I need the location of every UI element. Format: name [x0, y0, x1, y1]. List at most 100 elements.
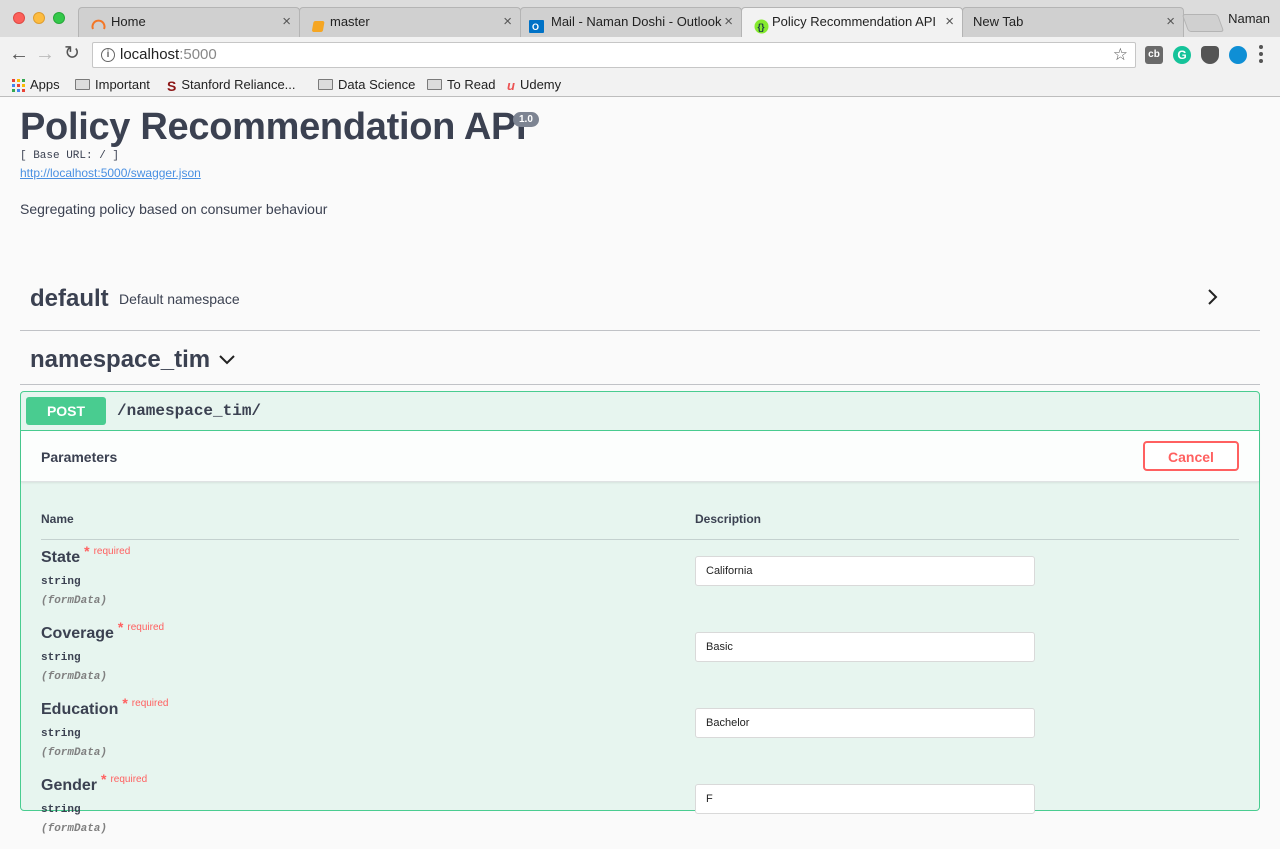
svg-text:{}: {} [758, 22, 766, 32]
home-favicon-icon [91, 16, 106, 31]
namespace-name: namespace_tim [30, 346, 211, 373]
close-icon[interactable]: × [282, 8, 291, 36]
forward-arrow-icon[interactable]: → [35, 44, 55, 64]
close-icon[interactable]: × [503, 8, 512, 36]
apps-grid-icon [12, 79, 25, 93]
tab-label: Mail - Naman Doshi - Outlook [551, 14, 722, 29]
version-badge: 1.0 [513, 112, 539, 127]
tab-home[interactable]: Home × [78, 7, 300, 37]
reload-icon[interactable]: ↻ [64, 44, 80, 64]
parameter-type: string [41, 728, 81, 740]
grammarly-extension-icon[interactable]: G [1173, 46, 1191, 64]
parameters-table-header: Name Description [41, 512, 1239, 540]
parameter-name: Coverage * required [41, 619, 165, 642]
parameter-type: string [41, 652, 81, 664]
cb-extension-icon[interactable]: cb [1145, 46, 1163, 64]
parameter-location: (formData) [41, 595, 108, 607]
bookmark-label: Apps [30, 77, 60, 92]
state-input[interactable] [695, 556, 1035, 586]
bookmarks-bar: Apps Important S Stanford Reliance... Dat… [0, 73, 1280, 97]
tab-label: Home [111, 14, 146, 29]
coverage-input[interactable] [695, 632, 1035, 662]
chevron-down-icon[interactable] [217, 349, 237, 369]
bookmark-important[interactable]: Important [75, 75, 150, 95]
chevron-right-icon[interactable] [1202, 287, 1222, 307]
api-description: Segregating policy based on consumer beh… [20, 201, 328, 217]
bus-extension-icon[interactable] [1229, 46, 1247, 64]
folder-icon [427, 79, 442, 91]
address-url[interactable]: localhost:5000 [120, 46, 217, 63]
column-header-description: Description [695, 512, 762, 526]
parameters-header: Parameters Cancel [21, 431, 1259, 482]
address-bar[interactable]: i localhost:5000 ☆ [92, 42, 1136, 68]
parameter-location: (formData) [41, 823, 108, 835]
udemy-icon: u [507, 77, 515, 93]
education-input[interactable] [695, 708, 1035, 738]
required-label: required [127, 622, 165, 633]
gender-input[interactable] [695, 784, 1035, 814]
bookmark-data-science[interactable]: Data Science [318, 75, 415, 95]
folder-icon [318, 79, 333, 91]
tab-policy-recommendation[interactable]: {} Policy Recommendation API × [741, 7, 963, 38]
parameter-row-coverage: Coverage * required string (formData) [41, 619, 1239, 697]
bookmark-label: Udemy [519, 77, 562, 92]
back-arrow-icon[interactable]: ← [9, 44, 29, 64]
parameter-location: (formData) [41, 747, 108, 759]
cancel-button[interactable]: Cancel [1143, 441, 1239, 471]
parameter-type: string [41, 576, 81, 588]
operation-summary[interactable]: POST /namespace_tim/ [21, 392, 1259, 431]
required-asterisk: * [117, 619, 124, 635]
parameter-row-state: State * required string (formData) [41, 543, 1239, 621]
required-asterisk: * [122, 695, 128, 711]
bookmark-star-icon[interactable]: ☆ [1113, 45, 1128, 65]
tab-label: New Tab [973, 14, 1024, 29]
tab-master[interactable]: master × [299, 7, 521, 37]
bookmark-to-read[interactable]: To Read [427, 75, 495, 95]
close-window-button[interactable] [13, 12, 25, 24]
namespace-name: default [30, 285, 109, 312]
bookmark-label: To Read [447, 77, 496, 92]
tab-new-tab[interactable]: New Tab × [962, 7, 1184, 37]
namespace-default[interactable]: default Default namespace [20, 273, 1260, 331]
folder-icon [75, 79, 90, 91]
stanford-icon: S [167, 77, 177, 94]
chrome-menu-icon[interactable] [1259, 45, 1263, 66]
info-icon[interactable]: i [101, 48, 115, 62]
parameter-name: Education * required [41, 695, 169, 718]
tab-label: master [330, 14, 370, 29]
required-label: required [110, 774, 148, 785]
bookmark-label: Stanford Reliance... [181, 77, 296, 92]
parameter-name: State * required [41, 543, 131, 566]
required-label: required [131, 698, 169, 709]
outlook-favicon-icon: O [529, 16, 544, 33]
swagger-json-link[interactable]: http://localhost:5000/swagger.json [20, 166, 201, 180]
svg-text:O: O [532, 22, 539, 32]
close-icon[interactable]: × [945, 8, 954, 36]
swagger-favicon-icon: {} [754, 16, 769, 34]
bookmark-udemy[interactable]: u Udemy [507, 75, 561, 95]
tab-label: Policy Recommendation API [772, 14, 937, 29]
tab-outlook-mail[interactable]: O Mail - Naman Doshi - Outlook × [520, 7, 742, 37]
swagger-page: Policy Recommendation API 1.0 [ Base URL… [0, 97, 1280, 835]
browser-toolbar: ← → ↻ i localhost:5000 ☆ cb G [0, 37, 1280, 73]
required-asterisk: * [84, 543, 90, 559]
book-favicon-icon [312, 16, 327, 32]
new-tab-button[interactable] [1181, 14, 1225, 32]
parameter-type: string [41, 804, 81, 816]
parameter-row-education: Education * required string (formData) [41, 695, 1239, 773]
close-icon[interactable]: × [724, 8, 733, 36]
bookmark-label: Data Science [338, 77, 416, 92]
bookmark-apps[interactable]: Apps [12, 75, 60, 95]
namespace-tim[interactable]: namespace_tim [20, 343, 1260, 385]
post-operation-block: POST /namespace_tim/ Parameters Cancel N… [20, 391, 1260, 835]
minimize-window-button[interactable] [33, 12, 45, 24]
pocket-extension-icon[interactable] [1201, 46, 1219, 64]
close-icon[interactable]: × [1166, 8, 1175, 36]
bookmark-stanford[interactable]: S Stanford Reliance... [167, 75, 296, 95]
base-url: [ Base URL: / ] [20, 150, 120, 162]
required-asterisk: * [101, 771, 107, 787]
required-label: required [93, 546, 131, 557]
profile-name[interactable]: Naman [1228, 11, 1270, 26]
maximize-window-button[interactable] [53, 12, 65, 24]
parameter-row-gender: Gender * required string (formData) [41, 771, 1239, 849]
